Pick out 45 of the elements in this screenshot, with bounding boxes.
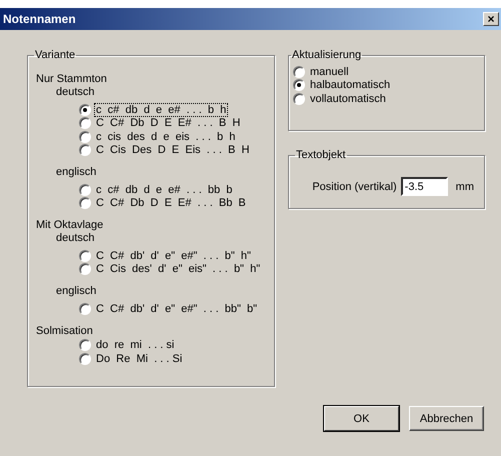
- subsection-title: deutsch: [55, 86, 96, 99]
- radio-button[interactable]: [79, 250, 91, 262]
- option-label[interactable]: vollautomatisch: [309, 92, 387, 105]
- subsection-title: englisch: [55, 166, 98, 179]
- subsection-title: englisch: [55, 285, 98, 298]
- group-title: Textobjekt: [295, 149, 347, 161]
- dialog-button[interactable]: Abbrechen: [409, 406, 484, 431]
- group-title: Variante: [34, 49, 76, 61]
- option-label[interactable]: halbautomatisch: [309, 79, 392, 92]
- unit-label: mm: [456, 180, 474, 192]
- section-title: Solmisation: [36, 324, 94, 338]
- option-label[interactable]: C C# db' d' e" e#" . . . b" h": [95, 250, 252, 262]
- field-label: Position (vertikal): [312, 180, 397, 192]
- radio-button[interactable]: [79, 144, 91, 156]
- option-label[interactable]: C C# db' d' e" e#" . . . bb" b": [95, 302, 258, 315]
- radio-button[interactable]: [79, 130, 91, 143]
- radio-button[interactable]: [293, 66, 305, 78]
- radio-button[interactable]: [79, 339, 91, 352]
- radio-button[interactable]: [79, 197, 91, 210]
- option-label[interactable]: do re mi . . . si: [95, 339, 176, 352]
- radio-button[interactable]: [293, 92, 305, 105]
- group-title: Aktualisierung: [291, 49, 362, 61]
- subsection-title: deutsch: [55, 232, 96, 245]
- radio-button[interactable]: [79, 302, 91, 315]
- close-button[interactable]: ×: [483, 12, 499, 26]
- option-label[interactable]: c c# db d e e# . . . b h: [95, 104, 228, 116]
- section-title: Nur Stammton: [36, 73, 108, 86]
- section-title: Mit Oktavlage: [36, 219, 104, 232]
- radio-button[interactable]: [293, 79, 305, 92]
- option-label[interactable]: Do Re Mi . . . Si: [95, 352, 184, 365]
- option-label[interactable]: C C# Db D E E# . . . Bb B: [95, 197, 247, 210]
- radio-button[interactable]: [79, 104, 91, 116]
- option-label[interactable]: C Cis des' d' e" eis" . . . b" h": [95, 263, 262, 276]
- option-label[interactable]: C Cis Des D E Eis . . . B H: [95, 144, 250, 156]
- dialog-button[interactable]: OK: [324, 406, 399, 431]
- radio-button[interactable]: [79, 184, 91, 196]
- option-label[interactable]: manuell: [309, 66, 350, 78]
- position-field[interactable]: -3.5: [400, 177, 448, 196]
- option-label[interactable]: c cis des d e eis . . . b h: [95, 130, 236, 143]
- radio-button[interactable]: [79, 352, 91, 365]
- radio-button[interactable]: [79, 263, 91, 276]
- option-label[interactable]: c c# db d e e# . . . bb b: [95, 184, 234, 196]
- radio-button[interactable]: [79, 117, 91, 130]
- option-label[interactable]: C C# Db D E E# . . . B H: [95, 117, 242, 130]
- window-title: Notennamen: [3, 12, 76, 26]
